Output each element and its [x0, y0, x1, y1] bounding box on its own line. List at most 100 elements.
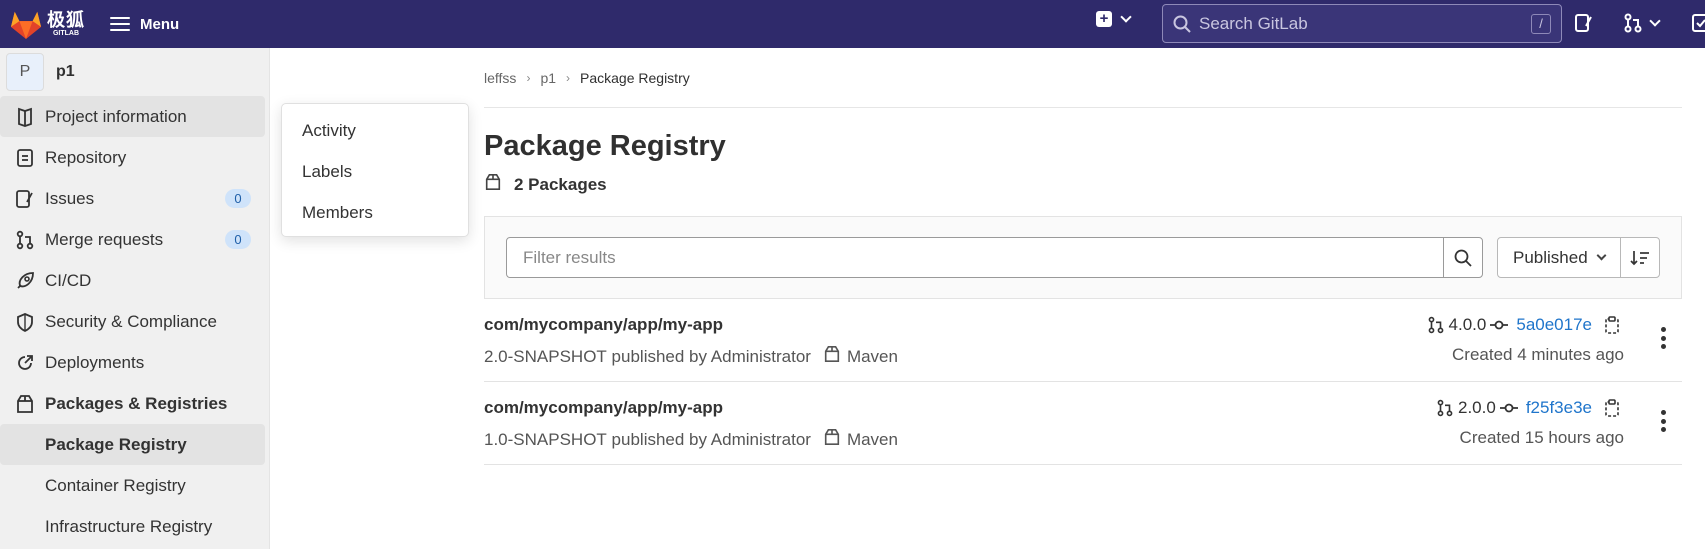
- sidebar-item-label: Repository: [45, 147, 127, 167]
- sidebar-item-project-information[interactable]: Project information: [0, 96, 265, 137]
- project-info-icon: [14, 106, 36, 128]
- fox-logo-icon: [10, 11, 42, 40]
- package-name-link[interactable]: com/mycompany/app/my-app: [484, 398, 723, 418]
- sort-lowest-icon: [1630, 250, 1649, 265]
- sidebar-item-deployments[interactable]: Deployments: [0, 342, 269, 383]
- package-version: 2.0-SNAPSHOT: [484, 346, 607, 366]
- sort-dropdown[interactable]: Published: [1497, 237, 1621, 278]
- main-content: leffss › p1 › Package Registry Package R…: [484, 48, 1682, 465]
- package-row: com/mycompany/app/my-app 1.0-SNAPSHOT pu…: [484, 382, 1682, 465]
- package-name-link[interactable]: com/mycompany/app/my-app: [484, 315, 723, 335]
- chevron-down-icon: [1596, 250, 1607, 261]
- package-pipeline-info: 2.0.0 f25f3e3e: [1432, 398, 1624, 418]
- package-icon: [823, 428, 841, 451]
- package-meta: 1.0-SNAPSHOT published by Administrator …: [484, 428, 898, 451]
- search-input[interactable]: Search GitLab /: [1162, 4, 1562, 43]
- breadcrumb-item[interactable]: leffss: [484, 70, 516, 86]
- menu-button[interactable]: Menu: [110, 10, 179, 38]
- commit-icon: [1499, 402, 1518, 414]
- gitlab-logo[interactable]: 极狐 GITLAB: [9, 7, 89, 41]
- filter-bar: Filter results Published: [484, 216, 1682, 299]
- package-version: 1.0-SNAPSHOT: [484, 429, 607, 449]
- sort-direction-button[interactable]: [1620, 237, 1660, 278]
- copy-clipboard-icon[interactable]: [1604, 399, 1620, 417]
- flyout-item-activity[interactable]: Activity: [282, 110, 468, 151]
- more-actions-kebab-icon[interactable]: [1660, 410, 1666, 432]
- search-icon: [1173, 15, 1191, 33]
- issues-count-badge: 0: [225, 189, 251, 208]
- package-count: 2 Packages: [484, 173, 1682, 196]
- project-avatar: P: [6, 53, 44, 91]
- search-placeholder: Search GitLab: [1199, 13, 1308, 33]
- project-header[interactable]: P p1: [0, 48, 269, 96]
- hamburger-icon: [110, 17, 130, 31]
- sidebar-item-repository[interactable]: Repository: [0, 137, 269, 178]
- merge-request-icon: [14, 229, 36, 251]
- more-actions-kebab-icon[interactable]: [1660, 327, 1666, 349]
- deployments-icon: [14, 352, 36, 374]
- flyout-item-labels[interactable]: Labels: [282, 151, 468, 192]
- package-created-time: Created 15 hours ago: [1459, 428, 1624, 447]
- sidebar-item-packages-registries[interactable]: Packages & Registries: [0, 383, 269, 424]
- new-dropdown-button[interactable]: +: [1096, 11, 1132, 27]
- merge-requests-count-badge: 0: [225, 230, 251, 249]
- project-name: p1: [56, 63, 75, 80]
- shield-icon: [14, 311, 36, 333]
- package-commit-link[interactable]: f25f3e3e: [1526, 398, 1592, 418]
- package-icon: [14, 393, 36, 415]
- sidebar-subitem-container-registry[interactable]: Container Registry: [0, 465, 269, 506]
- merge-requests-dropdown[interactable]: [1623, 13, 1661, 33]
- filter-results-input[interactable]: Filter results: [506, 237, 1444, 278]
- commit-icon: [1490, 319, 1509, 331]
- sidebar-item-issues[interactable]: Issues 0: [0, 178, 269, 219]
- package-created-time: Created 4 minutes ago: [1452, 345, 1624, 364]
- package-published-by: published by Administrator: [611, 429, 811, 449]
- sidebar-item-security-compliance[interactable]: Security & Compliance: [0, 301, 269, 342]
- breadcrumb-item[interactable]: p1: [540, 70, 556, 86]
- filter-search-button[interactable]: [1443, 237, 1483, 278]
- issues-icon[interactable]: [1574, 13, 1594, 33]
- branch-icon: [1436, 398, 1454, 418]
- package-icon: [484, 173, 502, 196]
- sidebar-subitem-package-registry[interactable]: Package Registry: [0, 424, 265, 465]
- sidebar-subitem-infrastructure-registry[interactable]: Infrastructure Registry: [0, 506, 269, 547]
- package-meta: 2.0-SNAPSHOT published by Administrator …: [484, 345, 898, 368]
- logo-text-cn: 极狐: [47, 10, 85, 30]
- project-information-flyout: Activity Labels Members: [281, 103, 469, 237]
- sidebar-item-merge-requests[interactable]: Merge requests 0: [0, 219, 269, 260]
- sidebar-item-label: Deployments: [45, 352, 145, 372]
- sidebar-item-label: Project information: [45, 106, 187, 126]
- breadcrumb-item-current[interactable]: Package Registry: [580, 70, 690, 86]
- package-commit-link[interactable]: 5a0e017e: [1516, 315, 1592, 335]
- chevron-right-icon: ›: [566, 70, 571, 85]
- package-branch: 4.0.0: [1448, 315, 1487, 334]
- search-icon: [1454, 249, 1472, 267]
- sort-label: Published: [1513, 247, 1588, 267]
- sidebar-item-label: Merge requests: [45, 229, 164, 249]
- todo-icon[interactable]: [1692, 13, 1705, 33]
- sidebar-item-label: Security & Compliance: [45, 311, 217, 331]
- package-type: Maven: [846, 346, 898, 366]
- sidebar-item-label: Packages & Registries: [45, 393, 228, 413]
- repository-icon: [14, 147, 36, 169]
- plus-square-icon: +: [1096, 11, 1112, 27]
- issues-icon: [14, 188, 36, 210]
- merge-request-icon: [1624, 13, 1642, 33]
- package-icon: [823, 345, 841, 368]
- logo-text-en: GITLAB: [52, 30, 80, 37]
- flyout-item-members[interactable]: Members: [282, 192, 468, 233]
- project-sidebar: P p1 Project information Repository Issu…: [0, 48, 270, 549]
- page-title: Package Registry: [484, 130, 726, 162]
- breadcrumb: leffss › p1 › Package Registry: [484, 48, 1682, 108]
- chevron-down-icon: [1120, 11, 1132, 23]
- sidebar-item-label: Issues: [45, 188, 95, 208]
- package-published-by: published by Administrator: [611, 346, 811, 366]
- top-navbar: 极狐 GITLAB Menu + Search GitLab /: [0, 0, 1705, 48]
- menu-label: Menu: [140, 15, 180, 33]
- package-pipeline-info: 4.0.0 5a0e017e: [1423, 315, 1624, 335]
- package-row: com/mycompany/app/my-app 2.0-SNAPSHOT pu…: [484, 299, 1682, 382]
- copy-clipboard-icon[interactable]: [1604, 316, 1620, 334]
- sidebar-item-cicd[interactable]: CI/CD: [0, 260, 269, 301]
- chevron-right-icon: ›: [526, 70, 531, 85]
- sidebar-item-label: CI/CD: [45, 270, 92, 290]
